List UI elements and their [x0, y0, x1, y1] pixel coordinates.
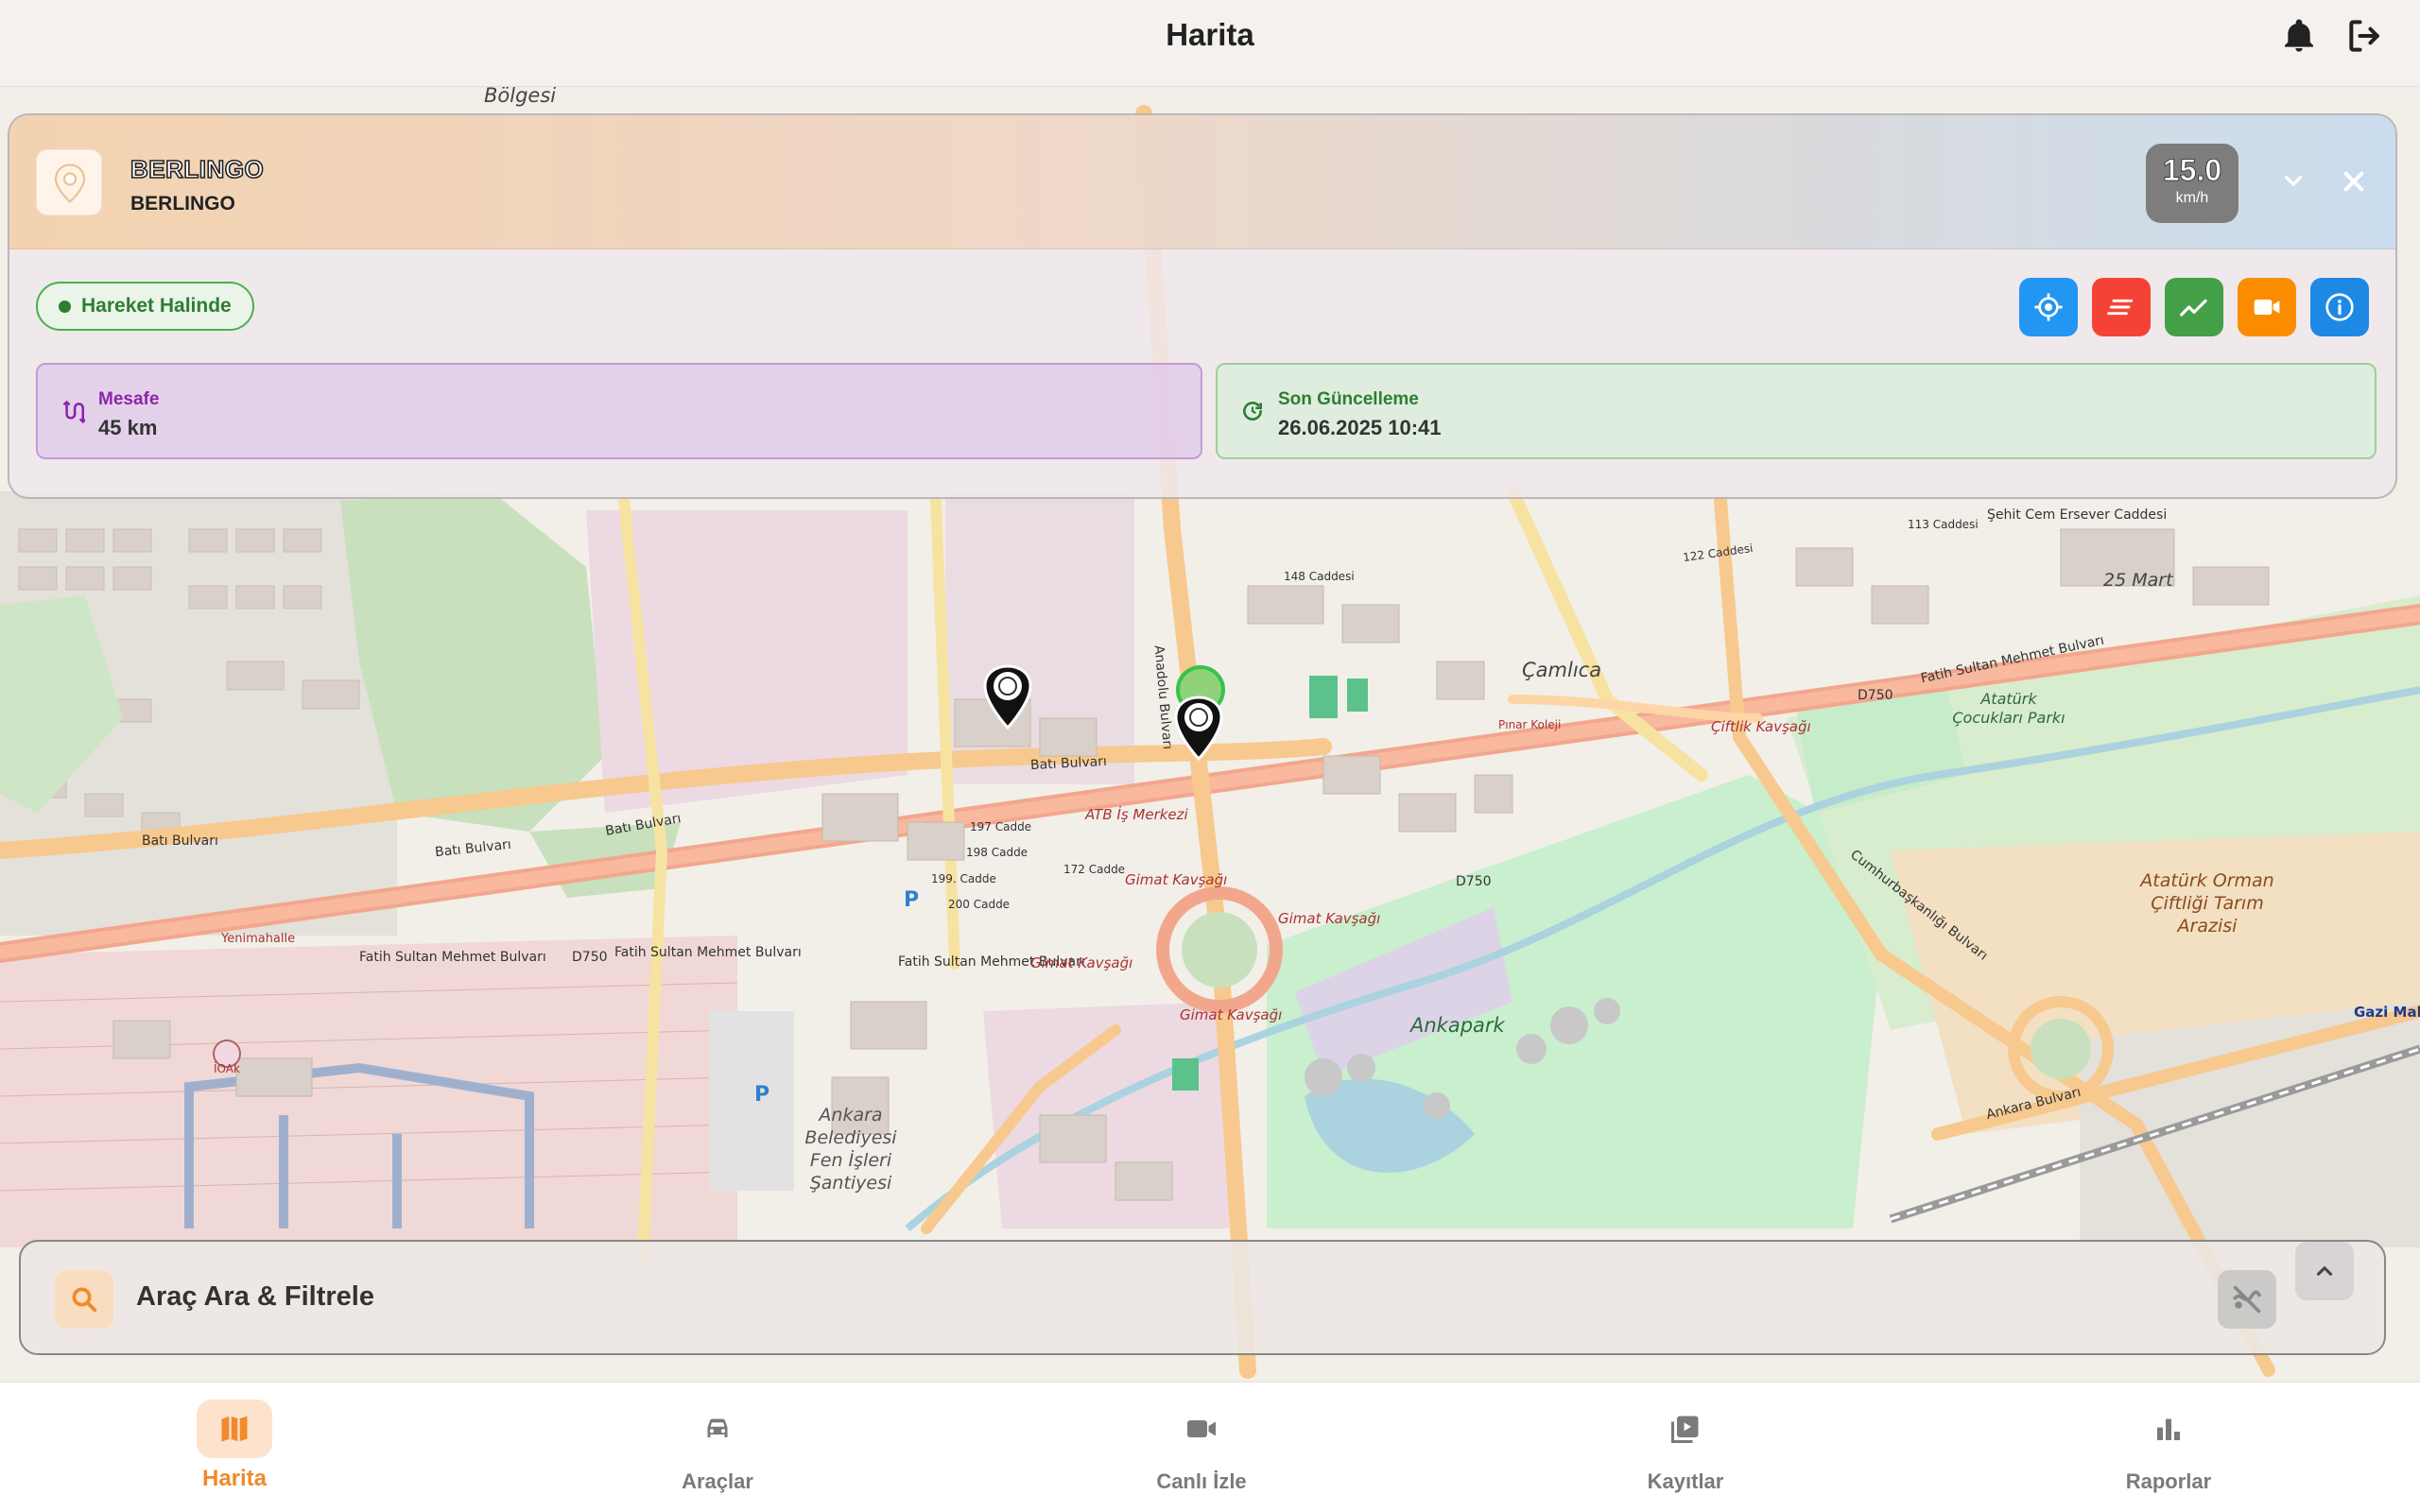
lines-icon: [2107, 299, 2134, 316]
nav-label: Canlı İzle: [1156, 1469, 1247, 1493]
distance-value: 45 km: [98, 416, 158, 439]
map-label: Batı Bulvarı: [142, 833, 218, 849]
chevron-down-icon: [2284, 175, 2303, 187]
vehicle-search-bar[interactable]: Araç Ara & Filtrele: [19, 1240, 2386, 1355]
map-label: Gazi Maha: [2354, 1004, 2420, 1021]
trend-icon: [2180, 299, 2207, 317]
map-label: 199. Cadde: [931, 872, 996, 885]
nav-item-araclar[interactable]: Araçlar: [576, 1383, 859, 1512]
status-dot: [59, 301, 71, 313]
app-bar: Harita: [0, 0, 2420, 87]
vehicle-panel-header: BERLINGO BERLINGO 15.0 km/h: [9, 115, 2395, 249]
info-icon: [2325, 293, 2354, 321]
map-label: D750: [1858, 688, 1893, 703]
route-off-icon: [2232, 1285, 2262, 1314]
nav-label: Araçlar: [682, 1469, 753, 1493]
search-label[interactable]: Araç Ara & Filtrele: [136, 1281, 374, 1313]
map-label: Ankapark: [1410, 1014, 1505, 1037]
parking-icon: P: [754, 1083, 770, 1107]
location-pin-icon: [54, 163, 86, 203]
map-label: Yenimahalle: [221, 932, 296, 946]
map-label: Şehit Cem Ersever Caddesi: [1987, 507, 2168, 523]
playlist-icon: [1648, 1400, 1723, 1458]
map-label: 148 Caddesi: [1284, 570, 1355, 583]
vehicle-plate: BERLINGO: [130, 193, 235, 215]
speed-badge: 15.0 km/h: [2146, 144, 2238, 223]
map-label: 200 Cadde: [948, 898, 1011, 911]
camera-button[interactable]: [2238, 278, 2296, 336]
nav-item-canli-izle[interactable]: Canlı İzle: [1060, 1383, 1343, 1512]
vehicle-avatar: [36, 149, 102, 215]
route-toggle-button[interactable]: [2218, 1270, 2276, 1329]
chevron-up-icon: [2316, 1265, 2333, 1276]
map-label: Ankara Belediyesi Fen İşleri Şantiyesi: [804, 1105, 897, 1194]
map-label: 172 Cadde: [1063, 863, 1126, 876]
history-button[interactable]: [2092, 278, 2151, 336]
map-label: Gimat Kavşağı: [1278, 910, 1381, 927]
chart-button[interactable]: [2165, 278, 2223, 336]
last-update-label: Son Güncelleme: [1278, 389, 1419, 409]
bar-chart-icon: [2131, 1400, 2206, 1458]
search-icon: [55, 1270, 113, 1329]
close-icon: [2343, 171, 2364, 192]
map-label: ATB İş Merkezi: [1085, 806, 1188, 823]
map-label: D750: [572, 950, 608, 965]
nav-item-kayitlar[interactable]: Kayıtlar: [1544, 1383, 1827, 1512]
page-title: Harita: [1166, 17, 1254, 52]
nav-label: Kayıtlar: [1647, 1469, 1724, 1493]
map-label: Çamlıca: [1522, 659, 1602, 681]
refresh-icon: [1243, 402, 1262, 421]
map-icon: [197, 1400, 272, 1458]
distance-label: Mesafe: [98, 389, 160, 409]
map-label: Fatih Sultan Mehmet Bulvarı: [614, 945, 802, 960]
speed-value: 15.0: [2162, 153, 2222, 188]
nav-label: Harita: [201, 1466, 268, 1491]
map-label: Gimat Kavşağı: [1180, 1006, 1283, 1023]
map-label: 113 Caddesi: [1908, 518, 1979, 531]
locate-button[interactable]: [2019, 278, 2078, 336]
map-label: Gimat Kavşağı: [1030, 954, 1133, 971]
car-icon: [680, 1400, 755, 1458]
nav-item-harita[interactable]: Harita: [93, 1383, 376, 1512]
map-label: Atatürk Orman Çiftliği Tarım Arazisi: [2140, 870, 2274, 936]
route-icon: [62, 400, 85, 424]
crosshair-icon: [2034, 293, 2063, 321]
map-label: Gimat Kavşağı: [1125, 871, 1228, 888]
map-label: Pınar Koleji: [1498, 718, 1562, 731]
collapse-button[interactable]: [2276, 164, 2310, 198]
vehicle-detail-panel: BERLINGO BERLINGO 15.0 km/h Hareket Hali…: [8, 113, 2397, 499]
map-label: Çiftlik Kavşağı: [1711, 718, 1811, 735]
last-update-card: Son Güncelleme 26.06.2025 10:41: [1216, 363, 2377, 459]
logout-icon[interactable]: [2344, 15, 2386, 57]
map-label: 198 Cadde: [966, 846, 1028, 859]
map-label: Atatürk Çocukları Parkı: [1952, 690, 2066, 727]
map-label: İOAk: [214, 1062, 240, 1075]
map-label: D750: [1456, 874, 1492, 889]
nav-label: Raporlar: [2125, 1469, 2212, 1493]
nav-item-raporlar[interactable]: Raporlar: [2027, 1383, 2310, 1512]
videocam-icon: [1164, 1400, 1239, 1458]
map-label: Bölgesi: [484, 84, 557, 107]
expand-button[interactable]: [2295, 1242, 2354, 1300]
close-button[interactable]: [2335, 163, 2373, 200]
bottom-navigation: Harita Araçlar Canlı İzle Kayıtlar Rapor…: [0, 1382, 2420, 1512]
map-label: 197 Cadde: [970, 820, 1032, 833]
status-badge: Hareket Halinde: [36, 282, 254, 331]
parking-icon: P: [904, 888, 920, 912]
last-update-value: 26.06.2025 10:41: [1278, 416, 1442, 439]
distance-card: Mesafe 45 km: [36, 363, 1202, 459]
map-label: 25 Mart: [2103, 570, 2173, 591]
map-label: Fatih Sultan Mehmet Bulvarı: [359, 950, 546, 965]
bell-icon[interactable]: [2280, 17, 2318, 55]
status-text: Hareket Halinde: [81, 295, 232, 317]
info-button[interactable]: [2310, 278, 2369, 336]
vehicle-name: BERLINGO: [130, 154, 265, 184]
video-icon: [2254, 300, 2280, 315]
speed-unit: km/h: [2175, 190, 2209, 206]
